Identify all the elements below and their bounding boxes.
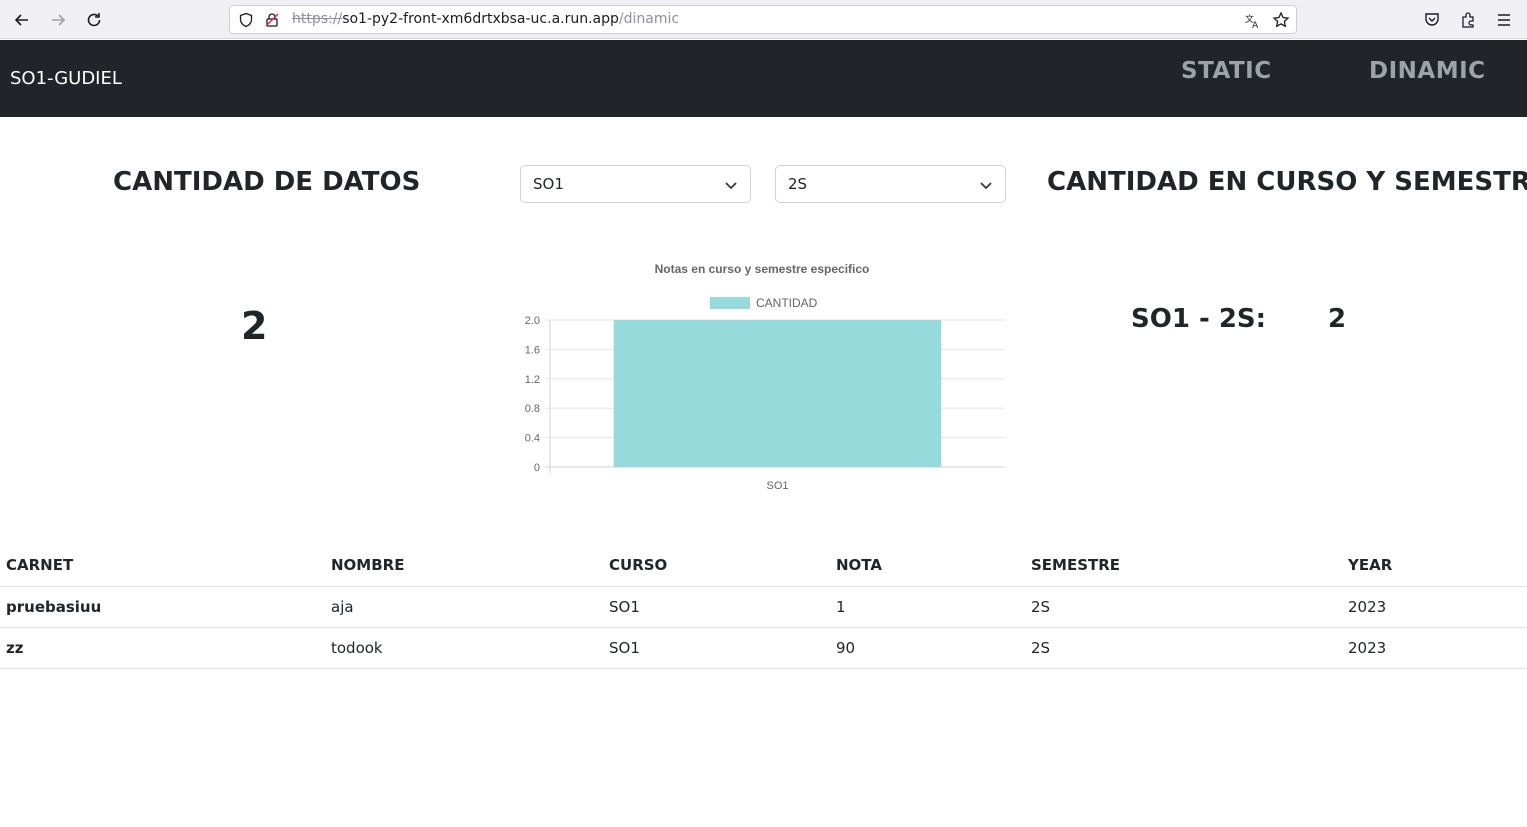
app-navbar: SO1-GUDIEL STATIC DINAMIC xyxy=(0,40,1527,117)
table-row: pruebasiuu aja SO1 1 2S 2023 xyxy=(0,586,1527,628)
translate-icon[interactable]: 文A xyxy=(1244,12,1262,30)
browser-toolbar: https://so1-py2-front-xm6drtxbsa-uc.a.ru… xyxy=(0,0,1527,39)
table-header-row: CARNET NOMBRE CURSO NOTA SEMESTRE YEAR xyxy=(0,545,1527,587)
cell-carnet: pruebasiuu xyxy=(0,586,325,628)
back-arrow-icon xyxy=(14,14,28,26)
y-tick-label: 2.0 xyxy=(525,315,540,327)
cell-nombre: todook xyxy=(325,627,603,669)
y-tick-label: 1.6 xyxy=(525,344,540,356)
bookmark-star-icon[interactable] xyxy=(1272,11,1290,29)
nav-link-dinamic[interactable]: DINAMIC xyxy=(1369,58,1486,84)
grades-table: CARNET NOMBRE CURSO NOTA SEMESTRE YEAR p… xyxy=(0,545,1527,669)
url-path: /dinamic xyxy=(618,11,680,27)
y-tick-label: 0.4 xyxy=(525,433,540,445)
legend-swatch xyxy=(710,297,750,309)
y-tick-label: 1.2 xyxy=(525,374,540,386)
semester-select[interactable]: 2S xyxy=(775,165,1006,203)
brand-link[interactable]: SO1-GUDIEL xyxy=(10,68,122,89)
cell-semestre: 2S xyxy=(1025,586,1342,628)
cell-curso: SO1 xyxy=(603,586,830,628)
course-semester-heading: CANTIDAD EN CURSO Y SEMESTRE xyxy=(1047,167,1527,197)
url-host: so1-py2-front-xm6drtxbsa-uc.a.run.app xyxy=(342,11,619,27)
cell-curso: SO1 xyxy=(603,627,830,669)
column-header-carnet: CARNET xyxy=(0,545,325,587)
course-select[interactable]: SO1 xyxy=(520,165,751,203)
chevron-down-icon xyxy=(725,182,737,190)
reload-icon xyxy=(87,13,101,27)
chart-title: Notas en curso y semestre especifico xyxy=(655,262,870,276)
pocket-icon[interactable] xyxy=(1423,11,1441,29)
chevron-down-icon xyxy=(980,182,992,190)
column-header-year: YEAR xyxy=(1342,545,1527,587)
forward-arrow-icon xyxy=(52,14,66,26)
menu-icon[interactable] xyxy=(1495,11,1513,29)
column-header-curso: CURSO xyxy=(603,545,830,587)
cell-nota: 1 xyxy=(830,586,1025,628)
back-button[interactable] xyxy=(10,8,34,32)
svg-text:A: A xyxy=(1252,21,1259,30)
cell-year: 2023 xyxy=(1342,586,1527,628)
nav-link-static[interactable]: STATIC xyxy=(1181,58,1272,84)
y-tick-label: 0.8 xyxy=(525,403,540,415)
column-header-semestre: SEMESTRE xyxy=(1025,545,1342,587)
address-bar[interactable]: https://so1-py2-front-xm6drtxbsa-uc.a.ru… xyxy=(229,5,1297,34)
chart-svg: Notas en curso y semestre especifico CANT… xyxy=(525,262,1005,492)
course-semester-count: 2 xyxy=(1328,304,1347,334)
cell-semestre: 2S xyxy=(1025,627,1342,669)
forward-button[interactable] xyxy=(46,8,70,32)
total-count-value: 2 xyxy=(241,304,268,348)
total-data-heading: CANTIDAD DE DATOS xyxy=(113,167,421,197)
column-header-nota: NOTA xyxy=(830,545,1025,587)
cell-nota: 90 xyxy=(830,627,1025,669)
semester-select-value: 2S xyxy=(788,175,808,193)
chart-bar xyxy=(613,320,942,467)
grades-bar-chart: Notas en curso y semestre especifico CANT… xyxy=(505,255,1015,500)
column-header-nombre: NOMBRE xyxy=(325,545,603,587)
url-text: https://so1-py2-front-xm6drtxbsa-uc.a.ru… xyxy=(292,11,679,27)
cell-year: 2023 xyxy=(1342,627,1527,669)
course-select-value: SO1 xyxy=(533,175,564,193)
url-scheme: https:// xyxy=(292,11,343,27)
table-row: zz todook SO1 90 2S 2023 xyxy=(0,627,1527,669)
course-semester-label: SO1 - 2S: xyxy=(1131,304,1267,334)
y-tick-label: 0 xyxy=(534,462,540,474)
reload-button[interactable] xyxy=(82,8,106,32)
extensions-icon[interactable] xyxy=(1459,11,1477,29)
legend-label: CANTIDAD xyxy=(756,296,818,310)
cell-carnet: zz xyxy=(0,627,325,669)
shield-icon xyxy=(239,12,253,28)
x-tick-label: SO1 xyxy=(766,480,788,492)
cell-nombre: aja xyxy=(325,586,603,628)
insecure-lock-icon xyxy=(265,13,279,27)
